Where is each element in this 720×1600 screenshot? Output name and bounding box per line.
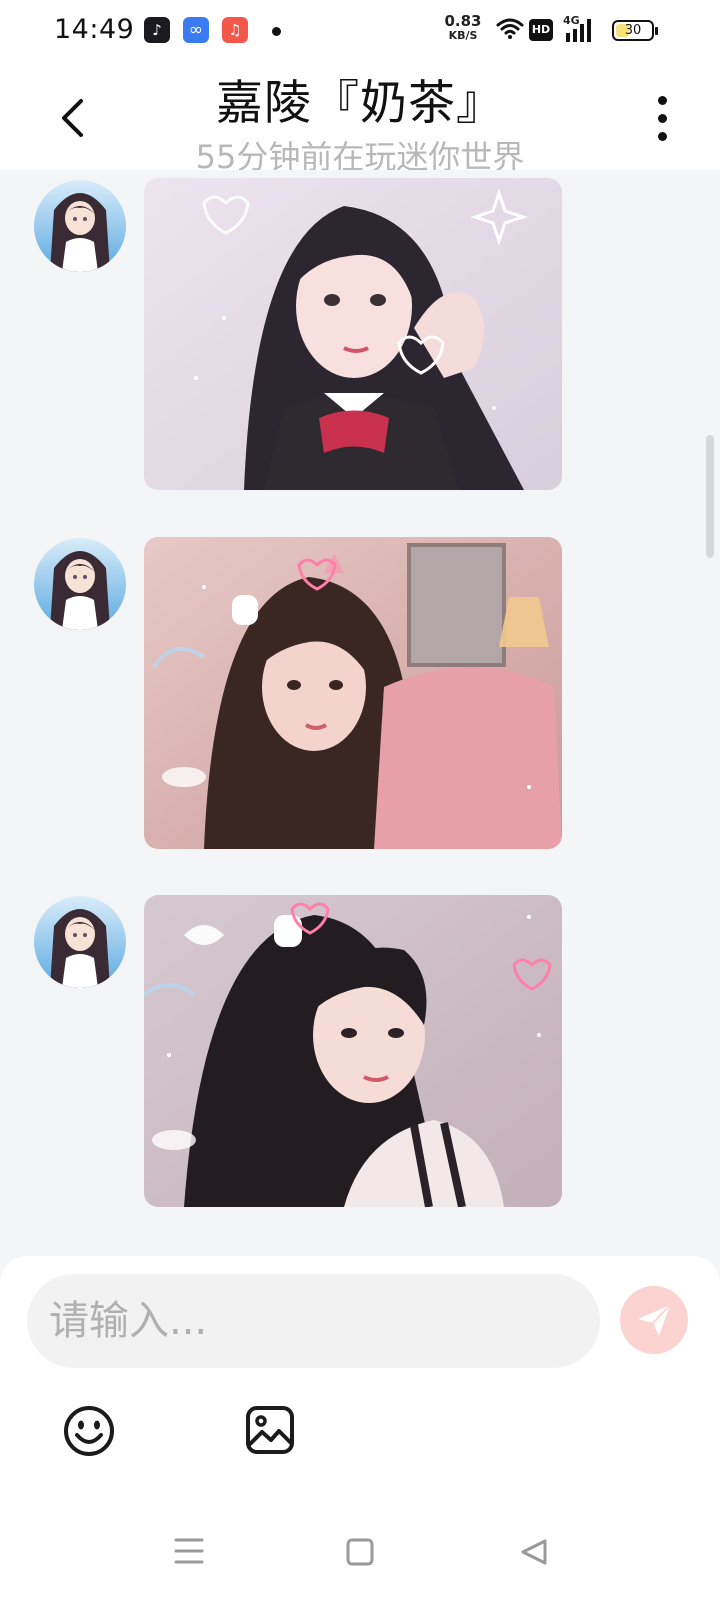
back-triangle-icon[interactable] — [520, 1538, 548, 1566]
network-speed-unit: KB/S — [448, 29, 478, 42]
hd-badge: HD — [529, 19, 553, 41]
contact-name: 嘉陵『奶茶』 — [216, 76, 504, 131]
tiktok-icon: ♪ — [144, 17, 170, 43]
more-dot-icon — [657, 113, 667, 123]
network-speed: 0.83 KB/S — [440, 12, 486, 42]
emoji-icon — [64, 1406, 114, 1456]
contact-avatar[interactable] — [34, 180, 126, 272]
status-time: 14:49 — [54, 14, 135, 45]
send-button[interactable] — [620, 1286, 688, 1354]
message-image[interactable] — [144, 178, 562, 490]
home-icon[interactable] — [346, 1538, 374, 1566]
emoji-button[interactable] — [62, 1404, 116, 1458]
signal-strength-icon: 4G — [563, 14, 601, 44]
battery-level: 30 — [624, 23, 642, 38]
message-input[interactable]: 请输入... — [27, 1274, 600, 1368]
music-icon: ♫ — [222, 17, 248, 43]
network-speed-value: 0.83 — [444, 12, 482, 30]
more-options-button[interactable] — [642, 90, 682, 146]
more-dot-icon — [657, 95, 667, 105]
image-icon — [246, 1406, 294, 1454]
menu-icon[interactable] — [174, 1536, 204, 1566]
message-image[interactable] — [144, 895, 562, 1207]
contact-avatar[interactable] — [34, 896, 126, 988]
notification-dot-icon — [272, 27, 281, 36]
system-nav-bar — [0, 1510, 720, 1600]
chat-header: 嘉陵『奶茶』 55分钟前在玩迷你世界 — [0, 60, 720, 176]
image-button[interactable] — [244, 1404, 296, 1456]
chat-message-list[interactable] — [0, 170, 720, 1260]
send-icon — [638, 1304, 671, 1336]
scrollbar[interactable] — [706, 435, 714, 558]
infinity-icon: ∞ — [183, 17, 209, 43]
wifi-icon — [496, 18, 524, 39]
contact-avatar[interactable] — [34, 538, 126, 630]
status-bar: 14:49 ♪ ∞ ♫ 0.83 KB/S HD 4G 30 — [0, 0, 720, 60]
message-image[interactable] — [144, 537, 562, 849]
more-dot-icon — [657, 131, 667, 141]
battery-icon: 30 — [612, 20, 658, 41]
